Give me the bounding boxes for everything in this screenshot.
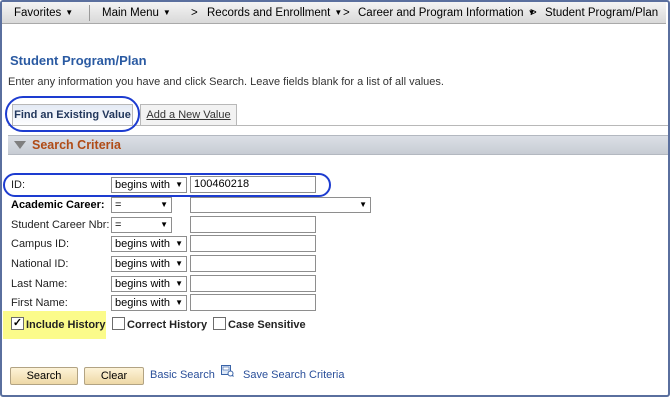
national-id-operator-value: begins with: [115, 258, 171, 270]
last-name-operator-select[interactable]: begins with ▼: [111, 276, 187, 292]
page-title: Student Program/Plan: [10, 53, 147, 68]
student-career-nbr-operator-value: =: [115, 219, 122, 231]
academic-career-value-select[interactable]: ▼: [190, 197, 371, 213]
chevron-down-icon: ▼: [175, 298, 183, 307]
annotation-oval-tab: [5, 96, 140, 132]
first-name-input[interactable]: [190, 294, 316, 311]
main-menu-label: Main Menu: [102, 7, 159, 19]
breadcrumb-label: Career and Program Information: [358, 7, 524, 19]
top-navigation-bar: Favorites ▼ Main Menu ▼ > Records and Enro…: [2, 2, 666, 24]
instructions-text: Enter any information you have and click…: [8, 76, 444, 88]
breadcrumb-career-and-program[interactable]: Career and Program Information ▼: [358, 2, 535, 24]
main-menu[interactable]: Main Menu ▼: [102, 2, 171, 24]
chevron-down-icon: ▼: [175, 239, 183, 248]
tab-add-new-value[interactable]: Add a New Value: [140, 104, 237, 126]
favorites-menu[interactable]: Favorites ▼: [14, 2, 73, 24]
include-history-label: Include History: [26, 319, 106, 331]
collapse-triangle-icon[interactable]: [14, 141, 26, 149]
campus-id-label: Campus ID:: [11, 238, 70, 250]
case-sensitive-checkbox[interactable]: [213, 317, 226, 330]
last-name-label: Last Name:: [11, 278, 68, 290]
chevron-down-icon: ▼: [65, 8, 74, 17]
chevron-down-icon: ▼: [160, 220, 168, 229]
campus-id-input[interactable]: [190, 235, 316, 252]
chevron-down-icon: ▼: [175, 279, 183, 288]
chevron-down-icon: ▼: [334, 8, 343, 17]
national-id-label: National ID:: [11, 258, 69, 270]
breadcrumb-separator: >: [530, 7, 537, 19]
chevron-down-icon: ▼: [162, 8, 171, 17]
search-criteria-title: Search Criteria: [32, 138, 121, 152]
chevron-down-icon: ▼: [175, 259, 183, 268]
first-name-operator-value: begins with: [115, 297, 171, 309]
case-sensitive-label: Case Sensitive: [228, 319, 306, 331]
breadcrumb-separator: >: [343, 7, 350, 19]
save-search-icon[interactable]: [221, 365, 234, 377]
breadcrumb-records-and-enrollment[interactable]: Records and Enrollment ▼: [207, 2, 342, 24]
save-search-criteria-link[interactable]: Save Search Criteria: [243, 369, 345, 381]
nav-divider: [89, 5, 90, 21]
first-name-operator-select[interactable]: begins with ▼: [111, 295, 187, 311]
breadcrumb-separator: >: [191, 7, 198, 19]
favorites-label: Favorites: [14, 7, 62, 19]
academic-career-operator-select[interactable]: = ▼: [111, 197, 172, 213]
academic-career-label: Academic Career:: [11, 199, 105, 211]
first-name-label: First Name:: [11, 297, 68, 309]
correct-history-checkbox[interactable]: [112, 317, 125, 330]
chevron-down-icon: ▼: [359, 200, 367, 209]
student-career-nbr-label: Student Career Nbr:: [11, 219, 110, 231]
annotation-oval-id: [3, 173, 331, 197]
chevron-down-icon: ▼: [160, 200, 168, 209]
national-id-operator-select[interactable]: begins with ▼: [111, 256, 187, 272]
clear-button[interactable]: Clear: [84, 367, 144, 385]
last-name-operator-value: begins with: [115, 278, 171, 290]
breadcrumb-student-program-plan[interactable]: Student Program/Plan: [545, 2, 666, 24]
correct-history-label: Correct History: [127, 319, 208, 331]
last-name-input[interactable]: [190, 275, 316, 292]
breadcrumb-label: Records and Enrollment: [207, 7, 331, 19]
academic-career-operator-value: =: [115, 199, 122, 211]
search-criteria-header[interactable]: Search Criteria: [8, 135, 668, 155]
include-history-checkbox[interactable]: ✓: [11, 317, 24, 330]
campus-id-operator-value: begins with: [115, 238, 171, 250]
basic-search-link[interactable]: Basic Search: [150, 369, 215, 381]
campus-id-operator-select[interactable]: begins with ▼: [111, 236, 187, 252]
national-id-input[interactable]: [190, 255, 316, 272]
search-button[interactable]: Search: [10, 367, 78, 385]
student-career-nbr-operator-select[interactable]: = ▼: [111, 217, 172, 233]
student-career-nbr-input[interactable]: [190, 216, 316, 233]
